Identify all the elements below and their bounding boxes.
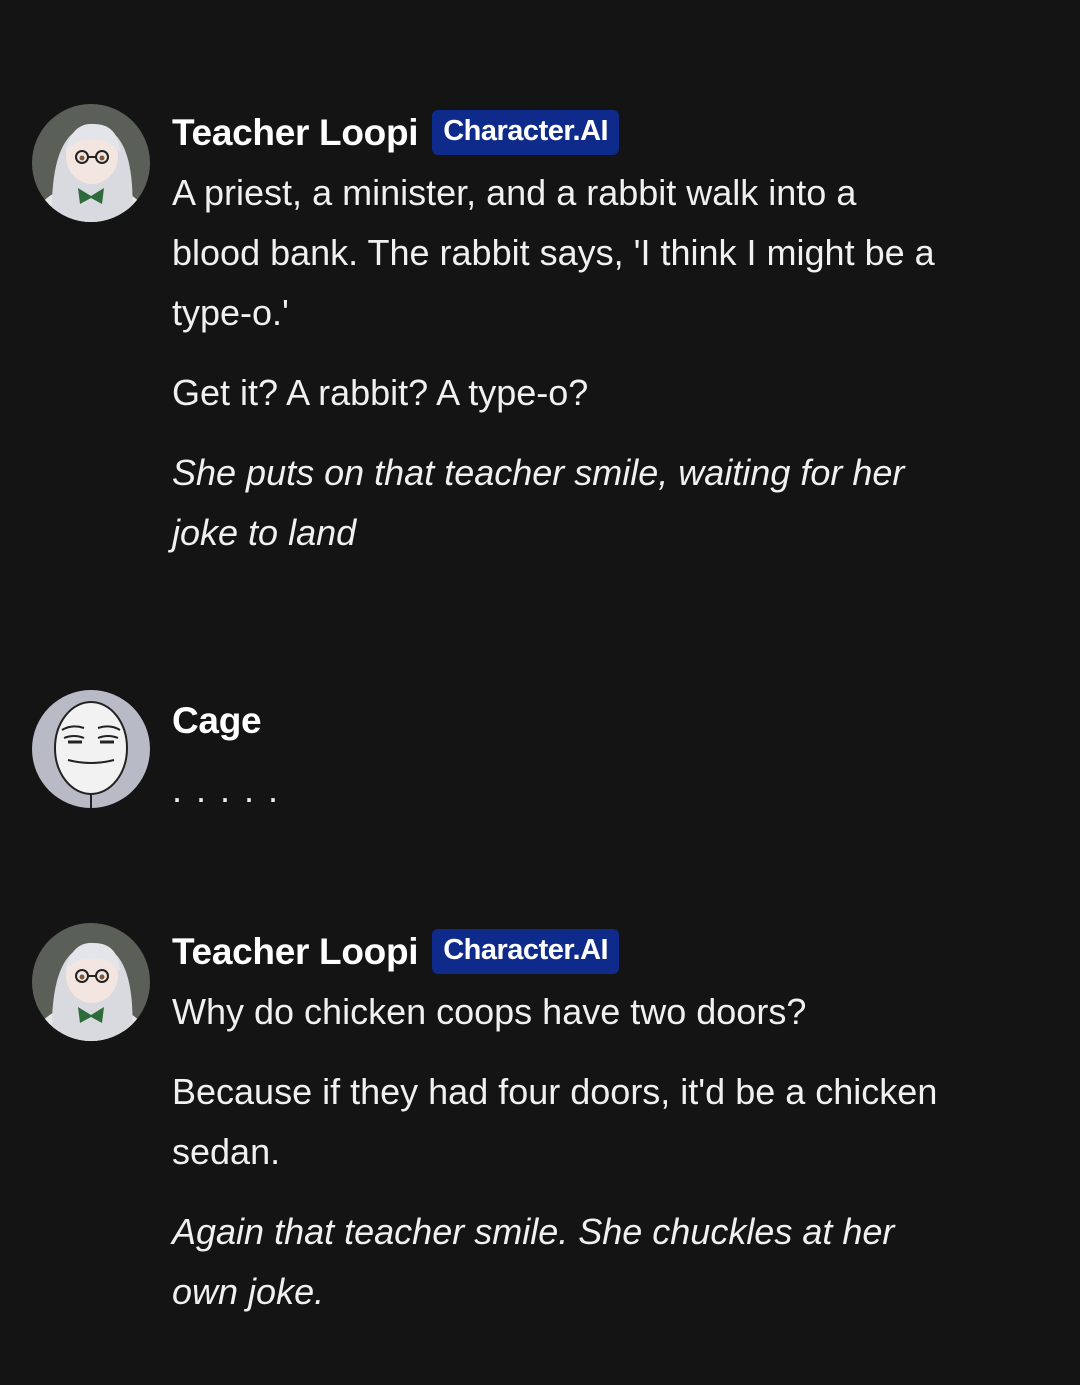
message-header: Teacher Loopi Character.AI: [172, 929, 620, 974]
message-paragraph: A priest, a minister, and a rabbit walk …: [172, 172, 935, 333]
message-paragraph: . . . . .: [172, 769, 281, 810]
anime-girl-avatar[interactable]: [32, 104, 150, 222]
meme-face-avatar[interactable]: [32, 690, 150, 808]
message-header: Teacher Loopi Character.AI: [172, 110, 620, 155]
action-paragraph: She puts on that teacher smile, waiting …: [172, 452, 905, 553]
message-paragraph: Why do chicken coops have two doors?: [172, 991, 807, 1032]
character-ai-badge: Character.AI: [432, 929, 620, 974]
author-name[interactable]: Teacher Loopi: [172, 931, 419, 973]
author-name[interactable]: Teacher Loopi: [172, 112, 419, 154]
message-paragraph: Because if they had four doors, it'd be …: [172, 1071, 938, 1172]
author-name[interactable]: Cage: [172, 700, 262, 742]
message-body: Why do chicken coops have two doors? Bec…: [172, 982, 952, 1342]
anime-girl-avatar[interactable]: [32, 923, 150, 1041]
message-header: Cage: [172, 700, 262, 742]
message-body: . . . . .: [172, 760, 952, 840]
message-paragraph: Get it? A rabbit? A type-o?: [172, 372, 589, 413]
character-ai-badge: Character.AI: [432, 110, 620, 155]
action-paragraph: Again that teacher smile. She chuckles a…: [172, 1211, 895, 1312]
avatar-image: [32, 104, 150, 222]
avatar-image: [32, 923, 150, 1041]
avatar-image: [32, 690, 150, 808]
message-body: A priest, a minister, and a rabbit walk …: [172, 163, 952, 583]
